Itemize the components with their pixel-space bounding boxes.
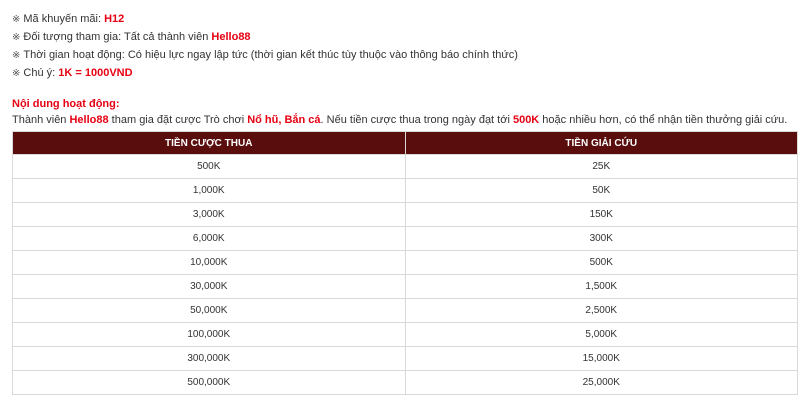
activity-description: Thành viên Hello88 tham gia đặt cược Trò… [12,112,792,128]
promo-code-line: ※ Mã khuyến mãi: H12 [12,10,792,28]
loss-amount-cell: 100,000K [12,322,406,347]
rescue-amount-cell: 50K [404,178,798,203]
time-label: Thời gian hoạt động: Có hiệu lực ngay lậ… [23,49,518,61]
desc-text: . Nếu tiền cược thua trong ngày đạt tới [320,114,513,126]
desc-amount: 500K [512,114,540,126]
loss-amount-cell: 30,000K [12,274,406,299]
table-row: 500,000K 25,000K [12,370,798,395]
activity-title: Nội dung hoạt động: [12,98,120,110]
loss-amount-cell: 10,000K [12,250,406,275]
table-row: 3,000K 150K [12,202,798,227]
table-row: 10,000K 500K [12,250,798,275]
desc-text: tham gia đặt cược Trò chơi [108,114,248,126]
rescue-amount-cell: 1,500K [404,274,798,299]
header-loss-amount: Tiền cược thua [12,131,406,155]
desc-text: hoặc nhiều hơn, có thể nhận tiền thưởng … [539,114,788,126]
note-value: 1K = 1000VND [58,67,133,79]
rescue-amount-cell: 15,000K [404,346,798,371]
table-row: 50,000K 2,500K [12,298,798,323]
note-label: Chú ý: [23,67,59,79]
rescue-amount-cell: 500K [404,250,798,275]
loss-amount-cell: 50,000K [12,298,406,323]
table-row: 100,000K 5,000K [12,322,798,347]
loss-amount-cell: 300,000K [12,346,406,371]
bullet-mark-icon: ※ [12,68,21,79]
promo-code-value: H12 [104,13,125,25]
loss-amount-cell: 500K [12,154,406,179]
promo-page: ※ Mã khuyến mãi: H12 ※ Đối tượng tham gia:… [0,0,800,400]
loss-amount-cell: 3,000K [12,202,406,227]
target-line: ※ Đối tượng tham gia: Tất cả thành viên H… [12,28,792,46]
table-row: 30,000K 1,500K [12,274,798,299]
rescue-amount-cell: 2,500K [404,298,798,323]
table-header-row: Tiền cược thua Tiền giải cứu [12,131,798,155]
rescue-table: Tiền cược thua Tiền giải cứu 500K 25K 1,… [12,131,798,395]
target-label: Đối tượng tham gia: Tất cả thành viên [23,31,212,43]
desc-brand: Hello88 [69,114,109,126]
loss-amount-cell: 6,000K [12,226,406,251]
promo-info-list: ※ Mã khuyến mãi: H12 ※ Đối tượng tham gia:… [12,10,792,82]
table-row: 1,000K 50K [12,178,798,203]
header-rescue-amount: Tiền giải cứu [404,131,798,155]
bullet-mark-icon: ※ [12,32,21,43]
time-line: ※ Thời gian hoạt động: Có hiệu lực ngay l… [12,46,792,64]
rescue-table-wrap: Tiền cược thua Tiền giải cứu 500K 25K 1,… [12,131,798,395]
table-row: 500K 25K [12,154,798,179]
rescue-amount-cell: 150K [404,202,798,227]
rescue-amount-cell: 25K [404,154,798,179]
target-value: Hello88 [211,31,251,43]
rescue-amount-cell: 300K [404,226,798,251]
desc-text: Thành viên [12,114,70,126]
note-line: ※ Chú ý: 1K = 1000VND [12,64,792,82]
promo-code-label: Mã khuyến mãi: [23,13,105,25]
table-row: 300,000K 15,000K [12,346,798,371]
rescue-amount-cell: 25,000K [404,370,798,395]
rescue-amount-cell: 5,000K [404,322,798,347]
table-row: 6,000K 300K [12,226,798,251]
bullet-mark-icon: ※ [12,14,21,25]
desc-games: Nổ hũ, Bắn cá [247,114,321,126]
loss-amount-cell: 500,000K [12,370,406,395]
loss-amount-cell: 1,000K [12,178,406,203]
bullet-mark-icon: ※ [12,50,21,61]
